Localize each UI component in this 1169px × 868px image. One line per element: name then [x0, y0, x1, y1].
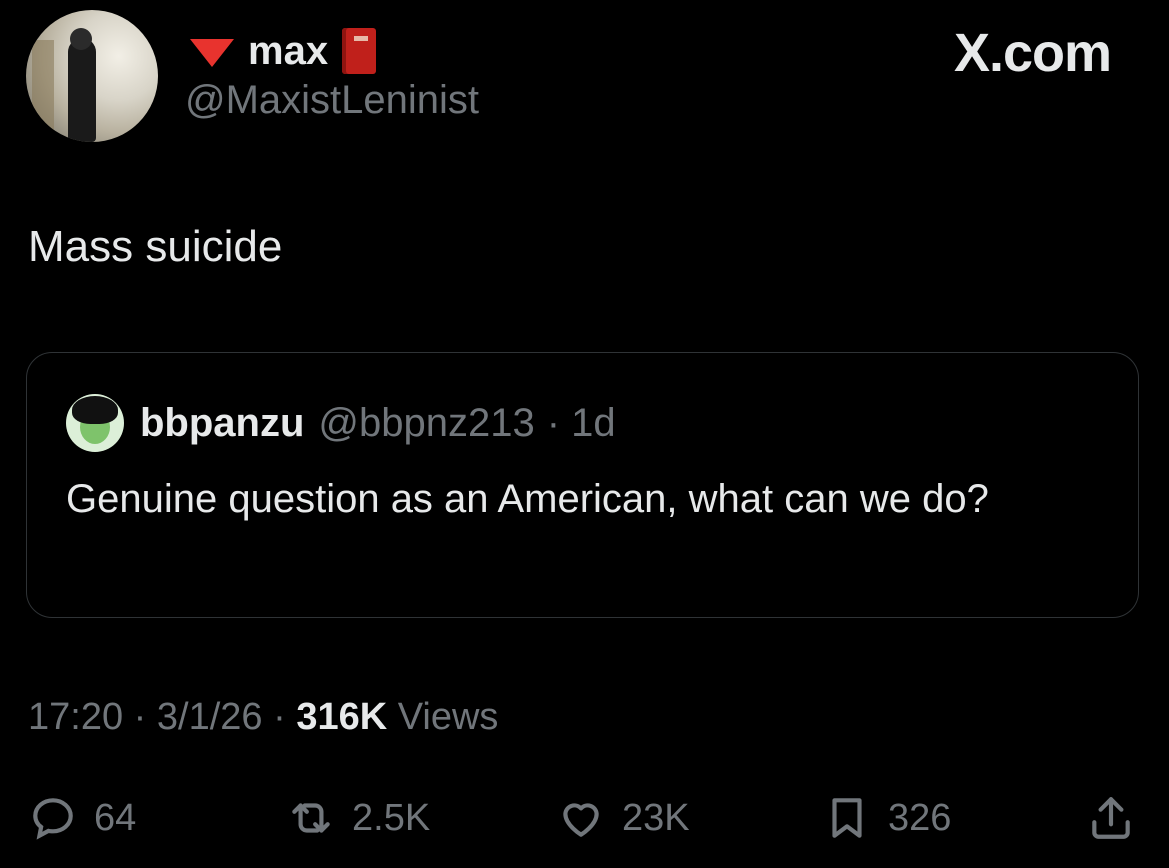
- quoted-post-text: Genuine question as an American, what ca…: [66, 477, 989, 521]
- share-button[interactable]: [1086, 790, 1136, 846]
- quoted-post-time: · 1d: [546, 400, 616, 445]
- quoted-author-name[interactable]: bbpanzu: [140, 401, 304, 446]
- avatar-hair: [72, 396, 118, 424]
- x-logo: X.com: [953, 23, 1112, 83]
- post-text: Mass suicide: [28, 222, 283, 271]
- author-avatar[interactable]: [26, 10, 158, 142]
- reply-count: 64: [94, 796, 137, 839]
- bookmark-button[interactable]: 326: [822, 790, 951, 846]
- author-handle[interactable]: @MaxistLeninist: [185, 78, 479, 123]
- red-book-icon: [342, 28, 377, 74]
- bookmark-count: 326: [888, 796, 952, 839]
- quoted-author-row: bbpanzu @bbpnz213 · 1d: [140, 394, 616, 452]
- red-triangle-icon: [190, 39, 234, 67]
- post-time: 17:20: [28, 696, 124, 738]
- avatar-figure: [68, 38, 96, 142]
- reply-icon: [33, 798, 73, 840]
- meta-separator: ·: [262, 696, 297, 738]
- action-bar: 64 2.5K 23K 326: [0, 790, 1169, 846]
- bookmark-icon: [832, 798, 862, 838]
- repost-count: 2.5K: [352, 796, 431, 839]
- quoted-author-avatar[interactable]: [66, 394, 124, 452]
- reply-button[interactable]: 64: [28, 790, 136, 846]
- share-icon: [1092, 797, 1130, 839]
- like-count: 23K: [622, 796, 690, 839]
- heart-icon: [563, 803, 599, 837]
- meta-separator: ·: [123, 696, 157, 738]
- post-date: 3/1/26: [156, 696, 263, 738]
- repost-icon: [292, 803, 330, 833]
- post-meta: 17:20 · 3/1/26 · 316K Views: [28, 696, 498, 739]
- like-button[interactable]: 23K: [556, 790, 690, 846]
- author-name[interactable]: max: [248, 29, 328, 74]
- avatar-head: [70, 28, 92, 50]
- author-name-row[interactable]: max: [190, 26, 377, 76]
- views-label: Views: [387, 696, 499, 738]
- quoted-author-handle: @bbpnz213: [318, 400, 535, 445]
- repost-button[interactable]: 2.5K: [286, 790, 430, 846]
- avatar-background: [32, 40, 54, 140]
- views-count: 316K: [296, 696, 388, 738]
